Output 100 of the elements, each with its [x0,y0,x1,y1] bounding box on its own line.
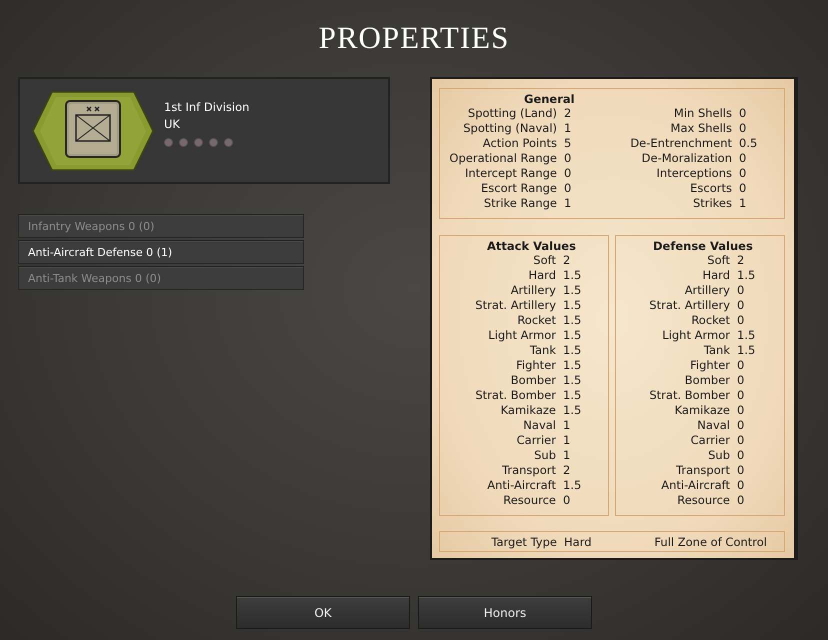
stat-value: 1.5 [563,313,582,328]
stat-label: Artillery [684,283,730,298]
stat-value: 5 [564,136,572,151]
stat-value: 2 [563,253,572,268]
stat-value: 0 [564,151,572,166]
stat-label: Escorts [689,181,732,196]
stat-label: Target Type [490,534,557,549]
stat-value: 1.5 [563,373,582,388]
weapon-item[interactable]: Anti-Aircraft Defense 0 (1) [18,240,304,264]
stat-label: Light Armor [661,328,730,344]
stat-value: 0 [739,181,748,196]
stat-value: 0 [564,166,572,181]
stat-label: Strikes [692,196,732,211]
stat-label: Operational Range [448,151,557,166]
stat-label: Min Shells [672,106,732,121]
stat-label: Rocket [690,313,730,328]
stat-label: Strat. Bomber [648,388,730,404]
stat-value: 0 [737,433,746,448]
stat-value: 1 [563,448,572,464]
stat-label: De-Entrenchment [629,136,732,151]
stat-label: Sub [533,448,556,464]
stat-label: Spotting (Naval) [462,121,557,136]
stat-value: 1.5 [737,343,756,358]
stat-label: Carrier [516,433,556,448]
stat-label: Strat. Bomber [474,388,556,404]
stat-label: Soft [706,253,730,268]
stat-label: Kamikaze [674,403,730,418]
stat-value: Hard [564,534,592,549]
ok-button[interactable]: OK [236,596,410,629]
stat-label: Bomber [684,373,730,388]
stat-value: 1.5 [563,343,582,358]
stat-value: 1.5 [563,403,582,418]
stat-label: Naval [522,418,556,434]
stat-label: Resource [502,493,556,508]
stat-label: Max Shells [670,121,732,136]
unit-counter-icon [32,90,154,170]
stat-label: Interceptions [656,166,732,181]
stat-value: 0 [737,493,746,508]
stat-value: 1.5 [563,298,582,314]
stat-label: Carrier [690,433,730,448]
stat-label: Spotting (Land) [466,106,557,121]
section-heading: Defense Values [653,239,754,254]
stat-label: Tank [528,343,556,358]
stat-value: 0 [737,448,746,464]
stat-label: Naval [696,418,730,434]
stat-label: Intercept Range [464,166,557,181]
stat-label: De-Moralization [640,151,732,166]
stat-label: Sub [707,448,730,464]
stat-label: Anti-Aircraft [486,478,556,494]
stat-label: Strat. Artillery [474,298,556,314]
stat-value: 0 [737,418,746,434]
stat-label: Hard [701,268,730,284]
stat-value: 2 [563,463,572,478]
stat-value: 0 [737,298,746,314]
stat-label: Escort Range [480,181,557,196]
stat-value: 1.5 [563,283,582,298]
stat-value: 0 [737,373,746,388]
stat-value: 1.5 [563,358,582,374]
stat-value: 0 [737,313,746,328]
stat-label: Light Armor [487,328,556,344]
unit-nation: UK [164,116,181,133]
stat-value: 0 [737,463,746,478]
stat-label: Fighter [689,358,730,374]
stat-value: 0 [564,181,572,196]
stat-label: Strat. Artillery [648,298,730,314]
stat-label: Strike Range [482,196,557,211]
stat-value: 1 [563,433,572,448]
stat-value: 1.5 [737,328,756,344]
stat-value: 0 [563,493,572,508]
stat-label: Tank [702,343,730,358]
stat-label: Fighter [515,358,556,374]
stat-value: 0 [737,388,746,404]
stat-value: 1.5 [563,388,582,404]
stat-label: Hard [527,268,556,284]
honors-button[interactable]: Honors [418,596,592,629]
section-heading: General [524,92,576,106]
stat-value: 1 [564,121,572,136]
stat-label: Transport [501,463,556,478]
stat-label: Rocket [516,313,556,328]
window-title: PROPERTIES [318,19,510,57]
stat-value: 0 [737,358,746,374]
stat-value: 2 [737,253,746,268]
stat-value: 0 [737,283,746,298]
stat-value: 1.5 [563,478,582,494]
stat-value: 0.5 [739,136,758,151]
stat-value: 0 [739,166,748,181]
stat-value: 0 [739,106,748,121]
stat-label: Soft [532,253,556,268]
unit-name: 1st Inf Division [164,99,250,116]
stat-label: Kamikaze [500,403,556,418]
stat-value: 0 [737,478,746,494]
stat-label: Artillery [510,283,556,298]
stat-value: 1 [564,196,572,211]
stat-value: 1.5 [563,328,582,344]
stat-value: 1 [563,418,572,434]
stat-label: Resource [676,493,730,508]
stat-value: 1.5 [737,268,756,284]
stat-value: 0 [739,121,748,136]
stat-label: Transport [675,463,730,478]
stat-value: 2 [564,106,572,121]
